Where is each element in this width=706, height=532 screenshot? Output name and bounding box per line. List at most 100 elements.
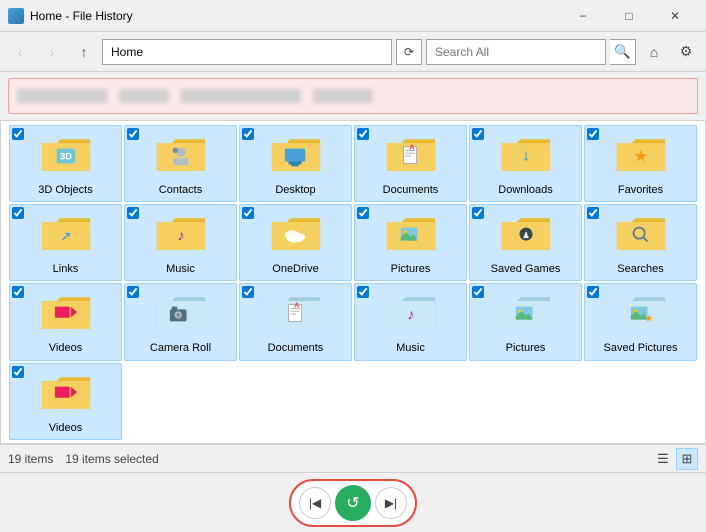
file-item[interactable]: Searches <box>584 204 697 281</box>
prev-button[interactable]: |◀ <box>299 487 331 519</box>
file-label: Links <box>53 263 79 276</box>
file-grid-wrapper[interactable]: 3D 3D Objects Contacts Desktop <box>0 120 706 444</box>
redacted-bar <box>8 78 698 114</box>
home-button[interactable]: ⌂ <box>640 38 668 66</box>
file-checkbox[interactable] <box>587 128 599 140</box>
file-label: Music <box>166 263 195 276</box>
app-icon <box>8 8 24 24</box>
file-item[interactable]: ★ Favorites <box>584 125 697 202</box>
file-grid: 3D 3D Objects Contacts Desktop <box>9 125 697 440</box>
file-icon: A <box>268 288 324 340</box>
file-checkbox[interactable] <box>472 128 484 140</box>
svg-text:3D: 3D <box>60 152 72 162</box>
file-label: Pictures <box>506 342 546 355</box>
file-item[interactable]: Desktop <box>239 125 352 202</box>
file-checkbox[interactable] <box>357 207 369 219</box>
file-item[interactable]: OneDrive <box>239 204 352 281</box>
file-label: Saved Games <box>491 263 561 276</box>
redacted-block-4 <box>313 89 373 103</box>
file-item[interactable]: ↗ Links <box>9 204 122 281</box>
file-item[interactable]: Pictures <box>354 204 467 281</box>
file-checkbox[interactable] <box>472 207 484 219</box>
file-icon: 3D <box>38 130 94 182</box>
file-item[interactable]: ♪ Music <box>354 283 467 360</box>
file-item[interactable]: Pictures <box>469 283 582 360</box>
grid-view-button[interactable]: ⊞ <box>676 448 698 470</box>
file-icon <box>153 288 209 340</box>
list-view-button[interactable]: ☰ <box>652 448 674 470</box>
file-checkbox[interactable] <box>472 286 484 298</box>
close-button[interactable]: ✕ <box>652 0 698 32</box>
file-checkbox[interactable] <box>357 286 369 298</box>
file-icon: ↗ <box>38 209 94 261</box>
back-button[interactable]: ‹ <box>6 38 34 66</box>
file-label: Documents <box>383 184 439 197</box>
status-text: 19 items 19 items selected <box>8 452 159 466</box>
svg-text:★: ★ <box>633 147 648 166</box>
file-checkbox[interactable] <box>242 286 254 298</box>
svg-text:A: A <box>294 301 300 310</box>
file-icon: ♟ <box>498 209 554 261</box>
file-label: Downloads <box>498 184 552 197</box>
file-checkbox[interactable] <box>242 128 254 140</box>
playback-bar: |◀ ↺ ▶| <box>0 472 706 532</box>
file-checkbox[interactable] <box>12 207 24 219</box>
file-label: Contacts <box>159 184 202 197</box>
file-checkbox[interactable] <box>127 128 139 140</box>
refresh-button[interactable]: ⟳ <box>396 39 422 65</box>
file-item[interactable]: A Documents <box>239 283 352 360</box>
search-input[interactable] <box>426 39 606 65</box>
file-label: Camera Roll <box>150 342 211 355</box>
file-label: Saved Pictures <box>604 342 678 355</box>
file-label: Videos <box>49 342 82 355</box>
file-checkbox[interactable] <box>242 207 254 219</box>
file-item[interactable]: ♪ Music <box>124 204 237 281</box>
forward-button[interactable]: › <box>38 38 66 66</box>
maximize-button[interactable]: □ <box>606 0 652 32</box>
file-checkbox[interactable] <box>127 286 139 298</box>
settings-button[interactable]: ⚙ <box>672 38 700 66</box>
file-checkbox[interactable] <box>12 128 24 140</box>
up-button[interactable]: ↑ <box>70 38 98 66</box>
file-item[interactable]: 3D 3D Objects <box>9 125 122 202</box>
file-label: Documents <box>268 342 324 355</box>
file-item[interactable]: ★ Saved Pictures <box>584 283 697 360</box>
svg-text:♪: ♪ <box>177 229 184 245</box>
next-button[interactable]: ▶| <box>375 487 407 519</box>
file-item[interactable]: ♟ Saved Games <box>469 204 582 281</box>
file-label: 3D Objects <box>38 184 92 197</box>
svg-text:↗: ↗ <box>60 229 71 244</box>
file-icon: ♪ <box>153 209 209 261</box>
file-checkbox[interactable] <box>587 207 599 219</box>
svg-text:★: ★ <box>644 314 652 324</box>
file-label: Searches <box>617 263 663 276</box>
redacted-block-2 <box>119 89 169 103</box>
minimize-button[interactable]: − <box>560 0 606 32</box>
status-bar: 19 items 19 items selected ☰ ⊞ <box>0 444 706 472</box>
title-bar: Home - File History − □ ✕ <box>0 0 706 32</box>
file-checkbox[interactable] <box>12 286 24 298</box>
item-count: 19 items <box>8 452 53 466</box>
redacted-block-1 <box>17 89 107 103</box>
search-button[interactable]: 🔍 <box>610 39 636 65</box>
file-item[interactable]: ↓ Downloads <box>469 125 582 202</box>
file-icon: ★ <box>613 288 669 340</box>
file-icon: ♪ <box>383 288 439 340</box>
svg-text:♟: ♟ <box>522 230 529 240</box>
file-item[interactable]: A Documents <box>354 125 467 202</box>
svg-text:♪: ♪ <box>407 308 414 324</box>
main-content: 3D 3D Objects Contacts Desktop <box>0 120 706 444</box>
file-icon: A <box>383 130 439 182</box>
file-checkbox[interactable] <box>587 286 599 298</box>
file-item[interactable]: Videos <box>9 363 122 440</box>
file-item[interactable]: Camera Roll <box>124 283 237 360</box>
file-item[interactable]: Videos <box>9 283 122 360</box>
play-button[interactable]: ↺ <box>335 485 371 521</box>
address-input[interactable] <box>102 39 392 65</box>
file-label: Pictures <box>391 263 431 276</box>
file-checkbox[interactable] <box>357 128 369 140</box>
file-icon <box>268 209 324 261</box>
file-checkbox[interactable] <box>127 207 139 219</box>
file-item[interactable]: Contacts <box>124 125 237 202</box>
file-checkbox[interactable] <box>12 366 24 378</box>
